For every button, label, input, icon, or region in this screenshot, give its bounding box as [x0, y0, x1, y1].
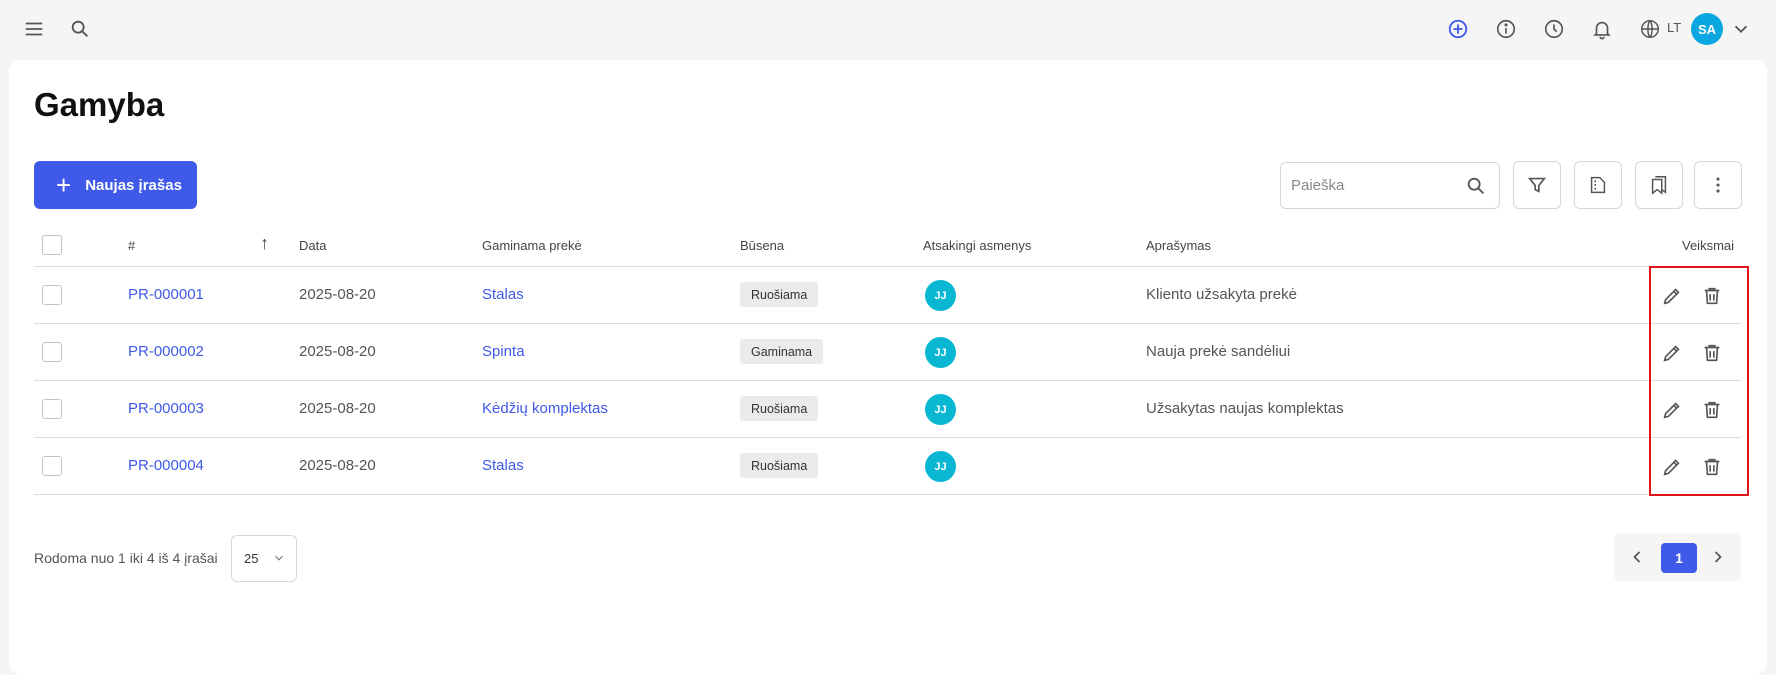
page-size-value: 25	[244, 551, 259, 566]
responsible-avatar[interactable]: JJ	[925, 394, 956, 425]
search-icon[interactable]	[68, 17, 92, 41]
more-vertical-icon	[1716, 177, 1720, 193]
plus-icon: +	[56, 170, 72, 200]
user-avatar[interactable]: SA	[1691, 13, 1723, 45]
row-checkbox[interactable]	[42, 399, 62, 419]
sort-ascending-icon[interactable]: ↑	[260, 233, 269, 254]
search-field[interactable]	[1280, 162, 1500, 209]
top-bar: LT SA	[0, 0, 1776, 58]
saved-views-button[interactable]	[1635, 161, 1683, 209]
clock-icon[interactable]	[1542, 17, 1566, 41]
add-circle-icon[interactable]	[1446, 17, 1470, 41]
language-label[interactable]: LT	[1667, 20, 1681, 35]
filter-icon	[1527, 177, 1547, 193]
record-description: Užsakytas naujas komplektas	[1146, 400, 1344, 417]
table-header: # ↑ Data Gaminama prekė Būsena Atsakingi…	[34, 228, 1741, 267]
record-id-link[interactable]: PR-000003	[128, 400, 204, 417]
column-header-description[interactable]: Aprašymas	[1146, 238, 1211, 253]
record-id-link[interactable]: PR-000001	[128, 286, 204, 303]
page-size-select[interactable]: 25	[231, 535, 297, 582]
more-options-button[interactable]	[1694, 161, 1742, 209]
select-all-checkbox[interactable]	[42, 235, 62, 255]
chevron-down-icon[interactable]	[1729, 17, 1753, 41]
search-input[interactable]	[1281, 177, 1451, 194]
table-row[interactable]: PR-000003 2025-08-20 Kėdžių komplektas R…	[34, 381, 1741, 438]
new-record-label: Naujas įrašas	[85, 176, 182, 194]
record-id-link[interactable]: PR-000002	[128, 343, 204, 360]
table-row[interactable]: PR-000004 2025-08-20 Stalas Ruošiama JJ	[34, 438, 1741, 495]
previous-page-icon[interactable]	[1626, 546, 1648, 568]
chevron-down-icon	[275, 555, 283, 561]
info-icon[interactable]	[1494, 17, 1518, 41]
filter-button[interactable]	[1513, 161, 1561, 209]
responsible-avatar[interactable]: JJ	[925, 280, 956, 311]
current-page-button[interactable]: 1	[1661, 543, 1697, 573]
table-row[interactable]: PR-000001 2025-08-20 Stalas Ruošiama JJ …	[34, 267, 1741, 324]
responsible-avatar[interactable]: JJ	[925, 451, 956, 482]
product-link[interactable]: Stalas	[482, 457, 524, 474]
row-checkbox[interactable]	[42, 285, 62, 305]
status-badge: Ruošiama	[740, 396, 819, 421]
pagination-summary: Rodoma nuo 1 iki 4 iš 4 įrašai	[34, 550, 218, 566]
column-header-status[interactable]: Būsena	[740, 238, 784, 253]
table-row[interactable]: PR-000002 2025-08-20 Spinta Gaminama JJ …	[34, 324, 1741, 381]
responsible-avatar[interactable]: JJ	[925, 337, 956, 368]
row-checkbox[interactable]	[42, 456, 62, 476]
status-badge: Gaminama	[740, 339, 824, 364]
column-header-actions: Veiksmai	[1682, 238, 1735, 253]
record-date: 2025-08-20	[299, 400, 376, 417]
product-link[interactable]: Stalas	[482, 286, 524, 303]
record-date: 2025-08-20	[299, 286, 376, 303]
hamburger-menu-icon[interactable]	[22, 17, 46, 41]
record-date: 2025-08-20	[299, 457, 376, 474]
product-link[interactable]: Kėdžių komplektas	[482, 400, 608, 417]
column-header-date[interactable]: Data	[299, 238, 326, 253]
actions-highlight-box	[1649, 266, 1749, 496]
bookmarks-icon	[1651, 176, 1667, 195]
record-description: Nauja prekė sandėliui	[1146, 343, 1291, 360]
columns-button[interactable]	[1574, 161, 1622, 209]
product-link[interactable]: Spinta	[482, 343, 525, 360]
next-page-icon[interactable]	[1707, 546, 1729, 568]
status-badge: Ruošiama	[740, 282, 819, 307]
new-record-button[interactable]: + Naujas įrašas	[34, 161, 197, 209]
column-header-id[interactable]: #	[128, 238, 135, 253]
page-title: Gamyba	[34, 86, 165, 123]
column-header-product[interactable]: Gaminama prekė	[482, 238, 582, 253]
bell-icon[interactable]	[1590, 17, 1614, 41]
row-checkbox[interactable]	[42, 342, 62, 362]
record-description: Kliento užsakyta prekė	[1146, 286, 1297, 303]
globe-icon[interactable]	[1638, 17, 1662, 41]
column-header-responsible[interactable]: Atsakingi asmenys	[923, 238, 1031, 253]
record-id-link[interactable]: PR-000004	[128, 457, 204, 474]
pagination: 1	[1614, 533, 1741, 581]
record-date: 2025-08-20	[299, 343, 376, 360]
status-badge: Ruošiama	[740, 453, 819, 478]
search-icon[interactable]	[1465, 175, 1487, 197]
document-icon	[1590, 176, 1606, 194]
